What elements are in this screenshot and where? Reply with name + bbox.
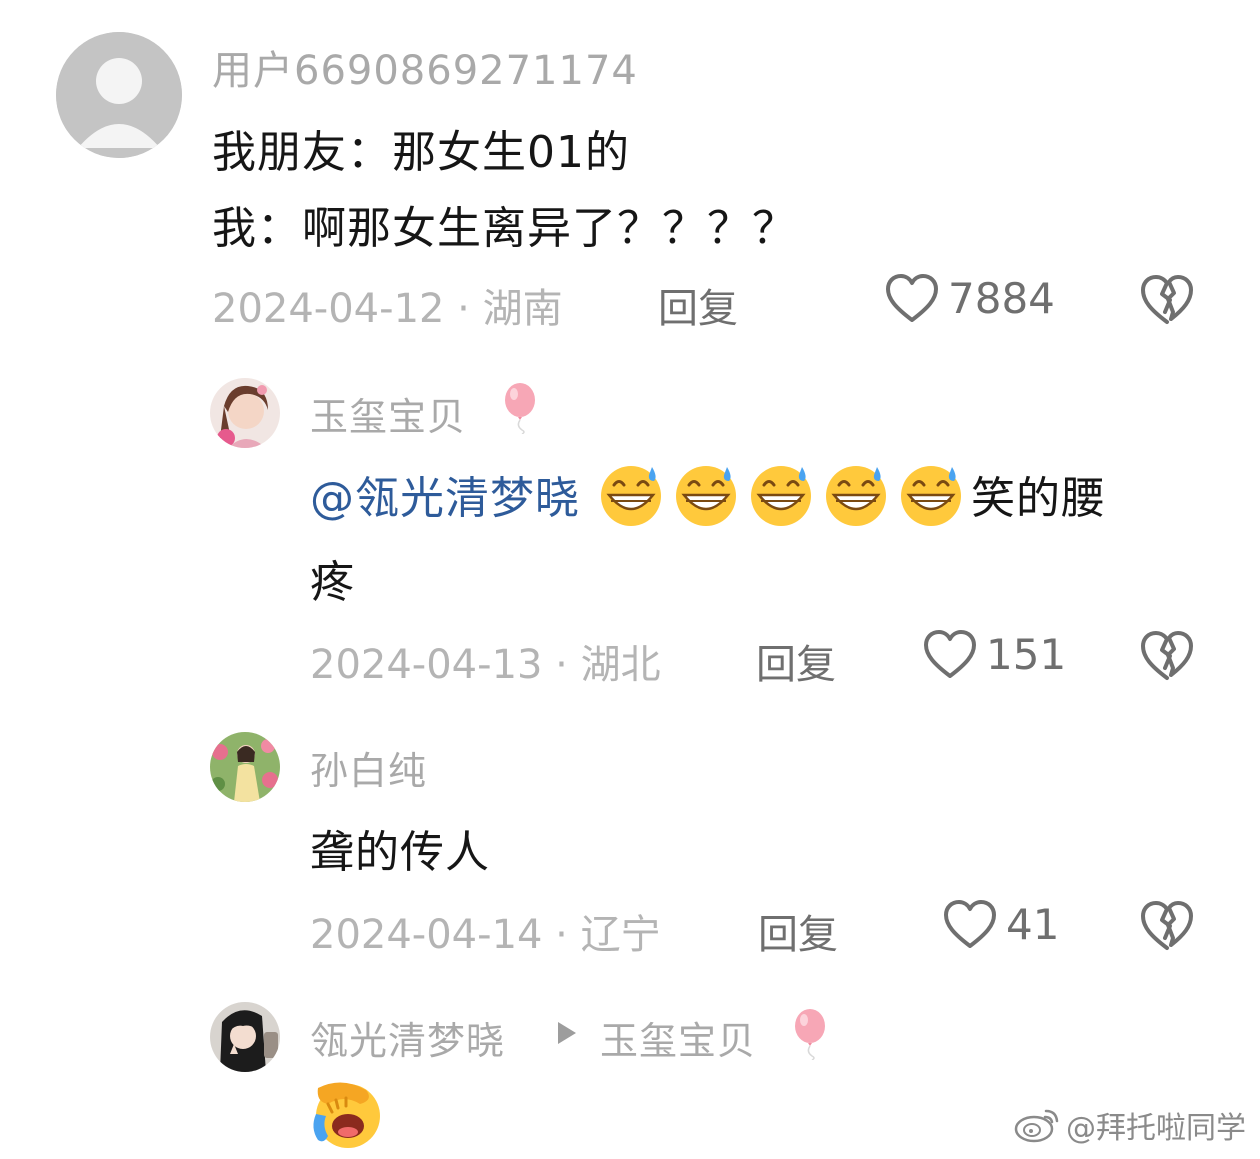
comment-text-line-2: 我：啊那女生离异了？？？？: [212, 203, 797, 254]
emoji-row: [596, 461, 971, 527]
facepalm-laugh-emoji: [313, 1082, 380, 1148]
grinning-sweat-emoji: [751, 466, 811, 526]
like-count: 41: [1006, 899, 1060, 949]
like-button[interactable]: 7884: [884, 272, 1055, 324]
dislike-button[interactable]: [1138, 628, 1196, 682]
mention-link[interactable]: @瓴光清梦晓: [310, 462, 580, 526]
reply-2-text: 聋的传人: [310, 827, 490, 878]
reply-3-target-username[interactable]: 玉玺宝贝: [600, 1010, 756, 1065]
broken-heart-icon: [1141, 901, 1193, 950]
reply-1-avatar[interactable]: [210, 378, 280, 448]
comment-username[interactable]: 用户6690869271174: [212, 38, 638, 96]
reply-2-date-location: 2024-04-14 · 辽宁: [310, 912, 661, 958]
dislike-button[interactable]: [1138, 898, 1196, 952]
like-count: 7884: [948, 273, 1055, 323]
grinning-sweat-emoji: [601, 466, 661, 526]
reply-1-username[interactable]: 玉玺宝贝: [310, 386, 466, 441]
heart-outline-icon: [924, 630, 976, 678]
reply-button[interactable]: 回复: [658, 276, 738, 334]
like-button[interactable]: 151: [922, 628, 1066, 680]
reply-to-arrow-icon: [558, 1022, 576, 1044]
pink-balloon-icon: [795, 1009, 825, 1060]
like-count: 151: [986, 629, 1067, 679]
reply-1-text: @瓴光清梦晓 笑的腰: [310, 458, 1106, 530]
garden-portrait-avatar: [210, 732, 280, 802]
grinning-sweat-emoji: [826, 466, 886, 526]
comment-date-location: 2024-04-12 · 湖南: [212, 286, 563, 332]
dislike-button[interactable]: [1138, 272, 1196, 326]
reply-3-avatar[interactable]: [210, 1002, 280, 1072]
reply-3-username[interactable]: 瓴光清梦晓: [310, 1010, 505, 1065]
reply-1-text-line-2: 疼: [310, 557, 355, 608]
comment-text-line-1: 我朋友：那女生01的: [212, 127, 630, 178]
pink-balloon-icon: [505, 383, 535, 434]
girl-portrait-avatar: [210, 378, 280, 448]
default-avatar[interactable]: [56, 32, 182, 158]
selfie-portrait-avatar: [210, 1002, 280, 1072]
broken-heart-icon: [1141, 631, 1193, 680]
user-silhouette-icon: [56, 32, 182, 158]
watermark-text: @拜托啦同学: [1066, 1111, 1246, 1146]
heart-outline-icon: [944, 900, 996, 948]
reply-2-username[interactable]: 孙白纯: [310, 740, 427, 795]
reply-button[interactable]: 回复: [758, 902, 838, 960]
heart-outline-icon: [886, 274, 938, 322]
weibo-logo-icon: [1014, 1109, 1059, 1143]
reply-2-avatar[interactable]: [210, 732, 280, 802]
like-button[interactable]: 41: [942, 898, 1059, 950]
reply-1-text-after: 笑的腰: [971, 473, 1106, 524]
broken-heart-icon: [1141, 275, 1193, 324]
grinning-sweat-emoji: [901, 466, 961, 526]
reply-button[interactable]: 回复: [756, 632, 836, 690]
grinning-sweat-emoji: [676, 466, 736, 526]
weibo-watermark: @拜托啦同学: [1014, 1103, 1246, 1147]
reply-1-date-location: 2024-04-13 · 湖北: [310, 642, 661, 688]
